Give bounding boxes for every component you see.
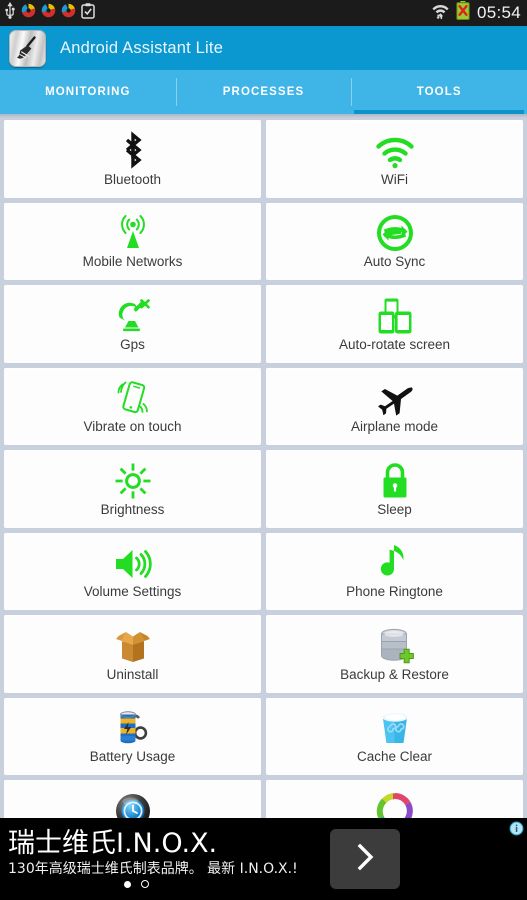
tab-monitoring-label: MONITORING [45,86,131,98]
ad-subtext: 130年高级瑞士维氏制表品牌。 最新 I.N.O.X.! [8,861,298,877]
tool-tile-auto-sync[interactable]: Auto Sync [266,202,523,280]
tool-tile-volume-settings[interactable]: Volume Settings [4,532,261,610]
wifi-signal-icon [431,2,450,24]
tool-label: Cache Clear [356,749,433,765]
open-box-icon [113,625,153,665]
tool-tile-battery-usage[interactable]: Battery Usage [4,697,261,775]
clipboard-check-icon [81,2,95,24]
carousel-dot-active[interactable] [124,880,131,888]
tool-tile-airplane-mode[interactable]: Airplane mode [266,367,523,445]
tool-tile-sleep[interactable]: Sleep [266,450,523,528]
tool-label: Volume Settings [83,584,182,600]
battery-error-icon [456,1,470,25]
clock-orb-icon [114,790,152,818]
tool-tile-gps[interactable]: Gps [4,285,261,363]
status-bar-clock: 05:54 [476,3,521,22]
tab-processes-label: PROCESSES [222,86,305,98]
tools-grid: Bluetooth WiFi Mobile Networks Auto Sync… [0,117,527,818]
tool-label: WiFi [381,171,408,187]
tool-label: Phone Ringtone [346,584,443,600]
tool-label: Auto-rotate screen [338,336,451,352]
battery-usage-icon [113,707,153,747]
volume-icon [113,542,153,582]
tab-tools-label: TOOLS [416,86,462,98]
ad-info-icon[interactable] [509,821,524,836]
airplane-icon [375,377,415,417]
tool-tile-wifi[interactable]: WiFi [266,120,523,198]
tool-tile-system-clear[interactable]: System Clear [4,780,261,818]
tool-label: Mobile Networks [82,254,183,270]
tool-tile-backup-restore[interactable]: Backup & Restore [266,615,523,693]
tool-tile-uninstall[interactable]: Uninstall [4,615,261,693]
vibrate-icon [113,377,153,417]
ad-carousel-dots[interactable] [124,880,149,888]
auto-rotate-icon [375,295,415,335]
tool-label: Uninstall [106,666,159,682]
auto-sync-icon [376,212,414,252]
tool-label: Brightness [100,501,165,517]
ad-next-button[interactable] [330,829,400,889]
tool-tile-system-info[interactable]: System Info [266,780,523,818]
mobile-network-icon [113,212,153,252]
carousel-dot[interactable] [141,880,149,888]
wifi-icon [375,130,415,170]
sync-icon [61,3,76,23]
database-add-icon [375,625,415,665]
tab-tools[interactable]: TOOLS [351,70,527,114]
chevron-right-icon [353,841,377,878]
status-bar: 05:54 [0,0,527,26]
action-bar: Android Assistant Lite [0,26,527,70]
ad-headline: 瑞士维氏I.N.O.X. [8,828,218,859]
tool-tile-vibrate-on-touch[interactable]: Vibrate on touch [4,367,261,445]
tool-label: Auto Sync [363,254,426,270]
tool-label: Sleep [377,501,412,517]
lock-icon [379,460,411,500]
brightness-icon [114,460,152,500]
tab-monitoring[interactable]: MONITORING [0,70,176,114]
tool-tile-cache-clear[interactable]: Cache Clear [266,697,523,775]
tab-processes[interactable]: PROCESSES [175,70,352,114]
usb-icon [4,2,16,24]
gps-off-icon [114,295,152,335]
tool-label: Backup & Restore [340,666,449,682]
status-bar-left-icons [4,2,95,24]
tool-label: Gps [120,336,145,352]
tool-tile-phone-ringtone[interactable]: Phone Ringtone [266,532,523,610]
tool-tile-brightness[interactable]: Brightness [4,450,261,528]
broom-app-icon[interactable] [9,29,46,67]
color-refresh-icon [376,790,414,818]
tool-label: Vibrate on touch [83,419,182,435]
ad-banner[interactable]: 瑞士维氏I.N.O.X. 130年高级瑞士维氏制表品牌。 最新 I.N.O.X.… [0,818,527,900]
app-title: Android Assistant Lite [60,38,224,57]
tool-tile-mobile-networks[interactable]: Mobile Networks [4,202,261,280]
tool-tile-bluetooth[interactable]: Bluetooth [4,120,261,198]
status-bar-right-icons: 05:54 [431,1,521,25]
tool-tile-auto-rotate-screen[interactable]: Auto-rotate screen [266,285,523,363]
sync-icon [41,3,56,23]
bluetooth-icon [116,130,150,170]
trash-bin-icon [376,707,414,747]
sync-icon [21,3,36,23]
tool-label: Airplane mode [350,419,439,435]
app-root: 05:54 Android Assistant Lite MONITORING … [0,0,527,900]
tab-bar: MONITORING PROCESSES TOOLS [0,70,527,114]
tool-label: Battery Usage [89,749,176,765]
tool-label: Bluetooth [103,171,162,187]
music-note-icon [378,542,412,582]
